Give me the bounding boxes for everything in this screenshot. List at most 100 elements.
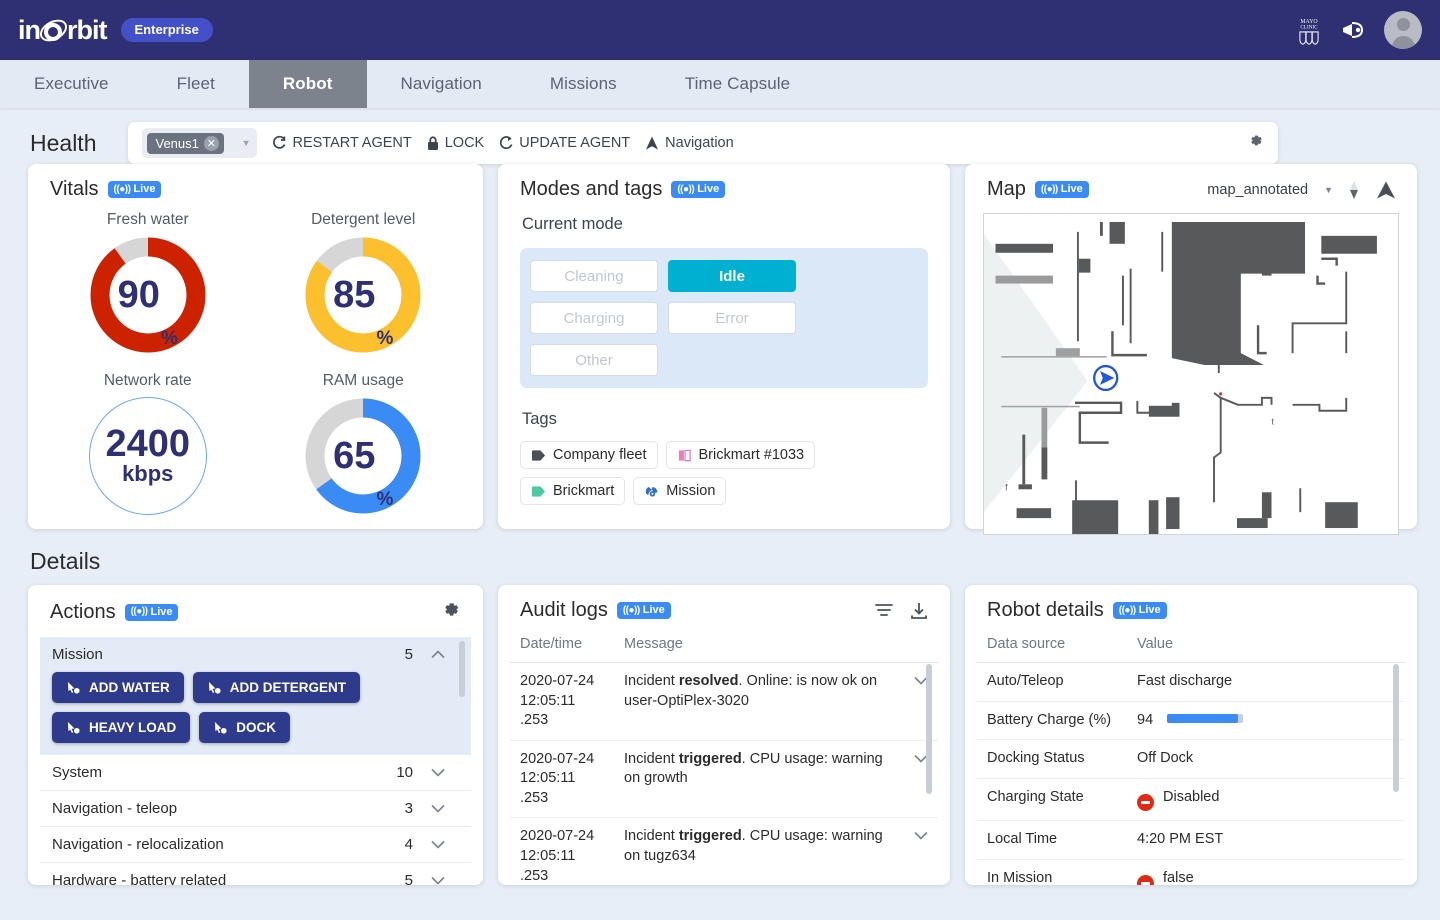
robot-toolbar: Venus1 ✕ ▼ RESTART AGENT LOCK UP [128, 122, 1278, 164]
chevron-down-icon[interactable] [904, 740, 938, 818]
tag-icon [531, 485, 546, 498]
heavy-load-button[interactable]: HEAVY LOAD [52, 712, 190, 743]
table-row: Battery Charge (%) 94 [977, 701, 1405, 740]
chevron-down-icon[interactable]: ▼ [1324, 185, 1333, 195]
details-title: Details [30, 548, 100, 575]
mode-button-idle[interactable]: Idle [668, 260, 796, 292]
restart-icon [271, 135, 287, 151]
robot-selector[interactable]: Venus1 ✕ ▼ [142, 128, 257, 158]
navigation-arrow-icon[interactable] [1375, 180, 1397, 200]
audit-logs-header-icons [874, 602, 936, 620]
tag-company-fleet[interactable]: Company fleet [520, 441, 658, 469]
tag-brickmart-1033[interactable]: Brickmart #1033 [666, 441, 816, 469]
lock-button[interactable]: LOCK [426, 135, 485, 151]
mode-button-charging[interactable]: Charging [530, 302, 658, 334]
dock-button[interactable]: DOCK [199, 712, 290, 743]
mode-button-error[interactable]: Error [668, 302, 796, 334]
broadcast-icon: ((●)) [114, 184, 131, 195]
robot-details-scrollbar[interactable] [1393, 664, 1399, 885]
vitals-card: Vitals ((●)) Live Fresh water 90% [28, 164, 483, 529]
modes-title: Modes and tags [520, 178, 662, 201]
actions-group-hardware-battery[interactable]: Hardware - battery related 5 [40, 863, 471, 885]
filter-icon[interactable] [874, 602, 894, 618]
update-agent-button[interactable]: UPDATE AGENT [498, 135, 630, 151]
button-label: HEAVY LOAD [89, 720, 176, 735]
restart-agent-button[interactable]: RESTART AGENT [271, 135, 411, 151]
tag-mission[interactable]: Mission [633, 477, 726, 505]
broadcast-icon: ((●)) [677, 184, 694, 195]
add-water-button[interactable]: ADD WATER [52, 672, 184, 703]
vitals-card-header: Vitals ((●)) Live [40, 178, 471, 203]
vitals-title: Vitals [50, 178, 99, 201]
mode-button-other[interactable]: Other [530, 344, 658, 376]
chevron-down-icon[interactable]: ▼ [242, 138, 254, 148]
navigation-button[interactable]: Navigation [644, 135, 734, 151]
audit-logs-scrollbar[interactable] [926, 664, 932, 879]
vitals-gauges: Fresh water 90% Detergent level [40, 203, 471, 515]
gear-icon [440, 599, 461, 620]
chevron-down-icon[interactable] [904, 663, 938, 741]
table-row[interactable]: 2020-07-24 12:05:11 .253 Incident trigge… [510, 818, 938, 885]
chevron-down-icon[interactable] [431, 836, 445, 853]
tab-robot[interactable]: Robot [249, 60, 367, 108]
gauge-network-rate: Network rate 2400 kbps [40, 372, 256, 515]
tab-missions[interactable]: Missions [516, 60, 651, 108]
tab-navigation[interactable]: Navigation [367, 60, 516, 108]
map-viewport[interactable]: f t [983, 213, 1399, 535]
robot-pose-marker [1094, 366, 1117, 390]
live-label: Live [643, 604, 665, 616]
actions-group-system[interactable]: System 10 [40, 755, 471, 791]
button-label: ADD WATER [89, 680, 170, 695]
donut-chart: 65% [304, 397, 422, 515]
chevron-down-icon[interactable] [904, 818, 938, 885]
live-label: Live [150, 606, 172, 618]
chevron-down-icon[interactable] [431, 872, 445, 885]
compass-icon[interactable] [1347, 180, 1361, 200]
chevron-down-icon[interactable] [431, 764, 445, 781]
disabled-icon [1137, 794, 1154, 811]
tab-fleet[interactable]: Fleet [143, 60, 249, 108]
robot-chip[interactable]: Venus1 ✕ [147, 133, 223, 154]
update-agent-label: UPDATE AGENT [519, 135, 630, 151]
actions-scrollbar[interactable] [459, 637, 465, 877]
table-row: Auto/Teleop Fast discharge [977, 663, 1405, 702]
gauge-ram-usage: RAM usage 65% [256, 372, 472, 515]
tag-brickmart[interactable]: Brickmart [520, 477, 625, 505]
gauge-value: 65% [304, 397, 422, 515]
download-icon[interactable] [910, 602, 928, 620]
actions-settings-button[interactable] [440, 599, 461, 625]
donut-chart: 90% [89, 236, 207, 354]
broadcast-icon: ((●)) [131, 606, 148, 617]
toolbar-settings-button[interactable] [1247, 132, 1264, 154]
detail-value-text: false [1163, 870, 1194, 886]
actions-group-list: Mission 5 ADD WATER [40, 637, 471, 877]
actions-group-navigation-relocalization[interactable]: Navigation - relocalization 4 [40, 827, 471, 863]
tab-time-capsule[interactable]: Time Capsule [651, 60, 824, 108]
broadcast-icon: ((●)) [623, 605, 640, 616]
table-row: In Mission false [977, 859, 1405, 885]
detail-value: 94 [1127, 701, 1405, 740]
mission-action-buttons: ADD WATER ADD DETERGENT HEAVY LOAD [40, 672, 471, 755]
table-row[interactable]: 2020-07-24 12:05:11 .253 Incident trigge… [510, 740, 938, 818]
page-title: Health [30, 130, 96, 157]
live-badge: ((●)) Live [671, 181, 725, 198]
gauge-label: Detergent level [311, 211, 415, 229]
tab-executive[interactable]: Executive [0, 60, 143, 108]
robot-details-table-wrap: Data source Value Auto/Teleop Fast disch… [977, 630, 1405, 885]
megaphone-icon[interactable] [1340, 17, 1366, 43]
gauge-value: 90% [89, 236, 207, 354]
map-layer-select[interactable]: map_annotated ▼ [1207, 182, 1333, 198]
add-detergent-button[interactable]: ADD DETERGENT [193, 672, 360, 703]
gauge-label: Fresh water [107, 211, 189, 229]
table-row[interactable]: 2020-07-24 12:05:11 .253 Incident resolv… [510, 663, 938, 741]
actions-group-mission[interactable]: Mission 5 [40, 637, 471, 672]
mode-button-cleaning[interactable]: Cleaning [530, 260, 658, 292]
close-icon[interactable]: ✕ [204, 136, 219, 151]
robot-details-table: Data source Value Auto/Teleop Fast disch… [977, 630, 1405, 885]
chevron-down-icon[interactable] [431, 800, 445, 817]
actions-group-navigation-teleop[interactable]: Navigation - teleop 3 [40, 791, 471, 827]
chevron-up-icon[interactable] [431, 646, 445, 663]
gauge-detergent-level: Detergent level 85% [256, 211, 472, 354]
map-layer-label: map_annotated [1207, 182, 1308, 198]
avatar[interactable] [1384, 11, 1422, 49]
